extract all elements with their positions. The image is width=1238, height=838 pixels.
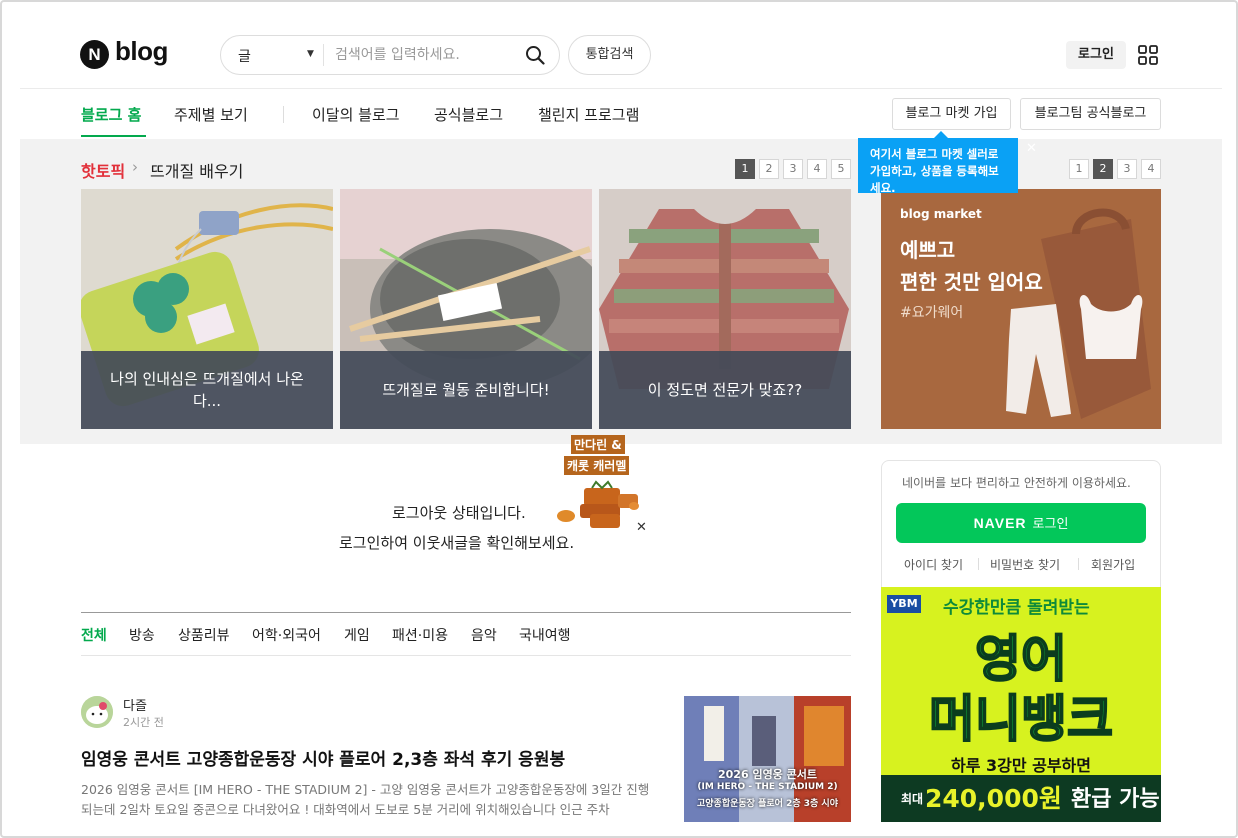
naver-wordmark: NAVER [973, 515, 1027, 531]
post-title[interactable]: 임영웅 콘서트 고양종합운동장 시야 플로어 2,3층 좌석 후기 응원봉 [81, 745, 565, 770]
apps-grid-icon[interactable] [1138, 45, 1158, 65]
nav-active-indicator [81, 135, 146, 137]
category-top-rule [81, 612, 851, 613]
hot-topic-card[interactable]: 나의 인내심은 뜨개질에서 나온다... [81, 189, 333, 429]
search-divider [323, 44, 324, 66]
link-separator [1078, 558, 1079, 570]
market-tooltip: 여기서 블로그 마켓 셀러로 가입하고, 상품을 등록해보세요. [858, 138, 1018, 193]
market-page-1[interactable]: 1 [1069, 159, 1089, 179]
ad-refund: 환급 가능 [1071, 787, 1160, 812]
search-icon[interactable] [525, 45, 545, 65]
market-page-3[interactable]: 3 [1117, 159, 1137, 179]
category-game[interactable]: 게임 [344, 625, 370, 645]
caramel-promo-image[interactable] [554, 476, 644, 534]
blog-team-official-button[interactable]: 블로그팀 공식블로그 [1020, 98, 1161, 130]
promo-title-2[interactable]: 캐롯 캐러멜 [564, 456, 630, 475]
blog-market-join-button[interactable]: 블로그 마켓 가입 [892, 98, 1011, 130]
market-headline-1: 예쁘고 [900, 238, 956, 262]
market-headline-2: 편한 것만 입어요 [900, 270, 1043, 294]
nav-official-blogs[interactable]: 공식블로그 [434, 104, 503, 125]
post-time: 2시간 전 [123, 716, 164, 729]
ad-brand-badge: YBM [887, 595, 921, 613]
hot-page-1[interactable]: 1 [735, 159, 755, 179]
hot-topic-card[interactable]: 뜨개질로 월동 준비합니다! [340, 189, 592, 429]
logout-notice-line1: 로그아웃 상태입니다. [392, 504, 526, 522]
naver-login-label: 로그인 [1032, 517, 1069, 532]
market-page-4[interactable]: 4 [1141, 159, 1161, 179]
hot-page-3[interactable]: 3 [783, 159, 803, 179]
hot-topic-card[interactable]: 이 정도면 전문가 맞죠?? [599, 189, 851, 429]
avatar[interactable] [81, 696, 113, 728]
logout-notice-line2: 로그인하여 이웃새글을 확인해보세요. [339, 534, 575, 552]
chevron-right-icon: › [132, 158, 138, 176]
hot-page-4[interactable]: 4 [807, 159, 827, 179]
hot-page-5[interactable]: 5 [831, 159, 851, 179]
card-caption[interactable]: 이 정도면 전문가 맞죠?? [599, 351, 851, 429]
ad-headline-small: 수강한만큼 돌려받는 [943, 598, 1090, 618]
post-thumbnail[interactable]: 2026 임영웅 콘서트 (IM HERO - THE STADIUM 2) 고… [684, 696, 851, 822]
ad-amount: 240,000원 [925, 784, 1062, 813]
thumb-caption-3: 고양종합운동장 플로어 2층 3층 시야 [697, 799, 838, 809]
market-hashtag: #요가웨어 [900, 305, 964, 321]
market-brand: blog market [900, 207, 982, 221]
thumb-caption-1: 2026 임영웅 콘서트 [718, 768, 817, 781]
login-description: 네이버를 보다 편리하고 안전하게 이용하세요. [902, 476, 1131, 490]
browser-page: N blog 글 ▼ 통합검색 로그인 블로그 홈 주제별 보기 이달의 블로그… [0, 0, 1238, 838]
category-product-review[interactable]: 상품리뷰 [178, 625, 230, 645]
ad-headline-2: 머니뱅크 [928, 689, 1114, 749]
header-divider [20, 88, 1222, 89]
market-page-2[interactable]: 2 [1093, 159, 1113, 179]
search-scope-select[interactable]: 글 [238, 46, 251, 66]
card-caption[interactable]: 뜨개질로 월동 준비합니다! [340, 351, 592, 429]
ad-max-label: 최대 [901, 792, 924, 806]
card-caption[interactable]: 나의 인내심은 뜨개질에서 나온다... [81, 351, 333, 429]
find-id-link[interactable]: 아이디 찾기 [904, 556, 963, 573]
post-excerpt[interactable]: 2026 임영웅 콘서트 [IM HERO - THE STADIUM 2] -… [81, 780, 656, 820]
hot-topic-label[interactable]: 핫토픽 [81, 158, 125, 182]
english-money-bank-ad[interactable]: YBM 수강한만큼 돌려받는 영어 머니뱅크 하루 3강만 공부하면 최대 24… [881, 587, 1161, 822]
tooltip-arrow [934, 131, 948, 138]
category-music[interactable]: 음악 [471, 625, 497, 645]
caret-down-icon[interactable]: ▼ [307, 49, 314, 59]
integrated-search-button[interactable]: 통합검색 [568, 35, 651, 75]
promo-close-icon[interactable]: ✕ [636, 520, 647, 535]
hot-topic-title[interactable]: 뜨개질 배우기 [150, 158, 243, 182]
naver-logo-icon[interactable]: N [80, 40, 109, 69]
link-separator [978, 558, 979, 570]
thumb-caption-2: (IM HERO - THE STADIUM 2) [697, 782, 838, 792]
post-author[interactable]: 다즐 [123, 695, 147, 714]
category-domestic-travel[interactable]: 국내여행 [519, 625, 571, 645]
header-login-button[interactable]: 로그인 [1066, 41, 1126, 69]
avatar-image [81, 696, 113, 728]
category-bottom-rule [81, 655, 851, 656]
nav-separator [283, 106, 284, 123]
close-icon[interactable]: ✕ [1026, 141, 1037, 156]
category-language[interactable]: 어학·외국어 [252, 625, 321, 645]
nav-challenge-program[interactable]: 챌린지 프로그램 [538, 104, 639, 125]
search-input[interactable] [335, 44, 515, 66]
nav-blog-home[interactable]: 블로그 홈 [81, 104, 141, 125]
category-all[interactable]: 전체 [81, 625, 107, 645]
signup-link[interactable]: 회원가입 [1091, 556, 1135, 573]
find-password-link[interactable]: 비밀번호 찾기 [990, 556, 1060, 573]
nav-by-topic[interactable]: 주제별 보기 [174, 104, 248, 125]
promo-title-1[interactable]: 만다린 & [571, 435, 625, 454]
ad-subline: 하루 3강만 공부하면 [950, 756, 1092, 775]
category-broadcast[interactable]: 방송 [129, 625, 155, 645]
naver-login-button[interactable]: NAVER 로그인 [896, 503, 1146, 543]
hot-page-2[interactable]: 2 [759, 159, 779, 179]
blog-logo[interactable]: blog [115, 36, 168, 67]
category-fashion-beauty[interactable]: 패션·미용 [392, 625, 448, 645]
nav-blog-of-month[interactable]: 이달의 블로그 [312, 104, 400, 125]
